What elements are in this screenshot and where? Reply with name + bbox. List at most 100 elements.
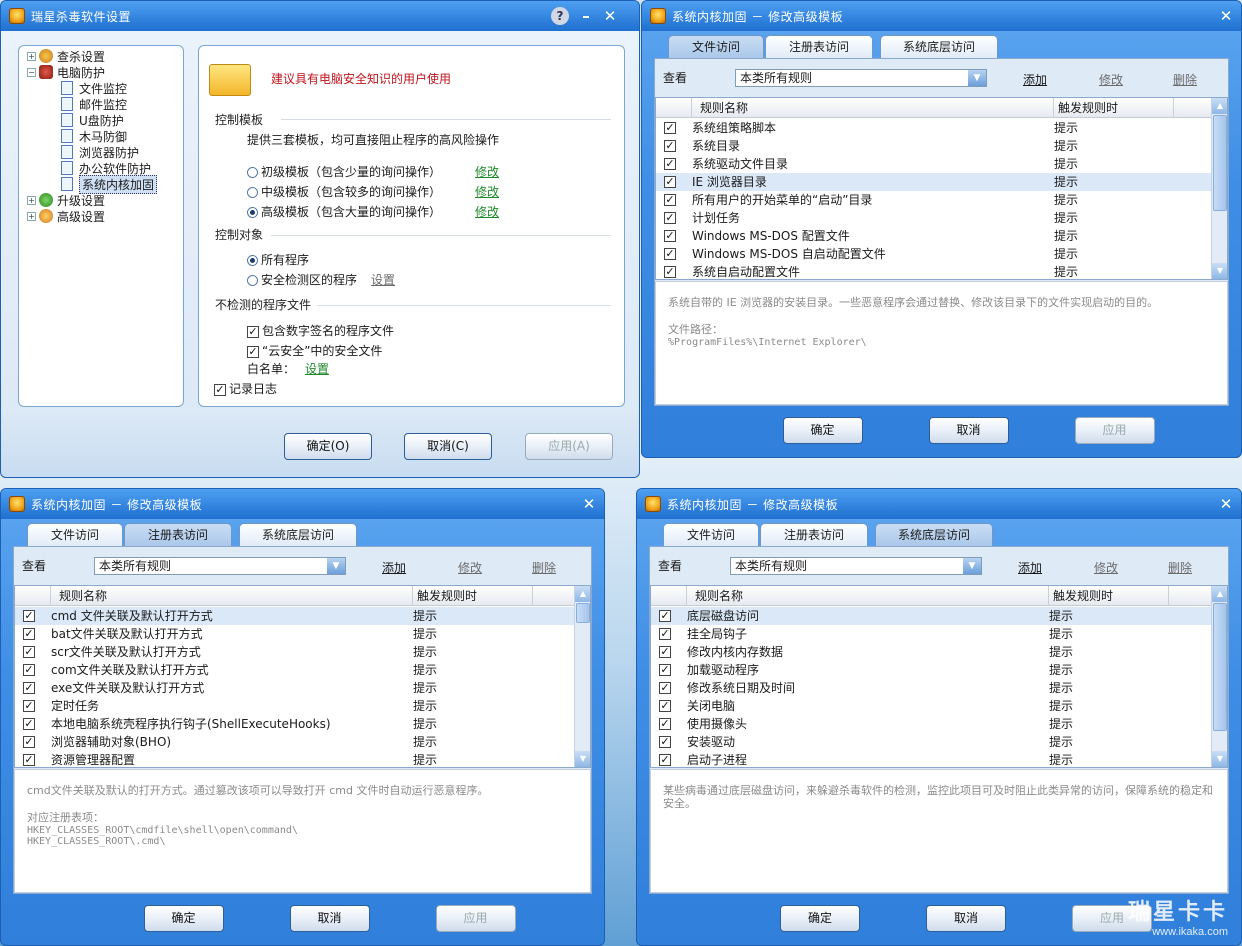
table-row[interactable]: ✓ 挂全局钩子 提示	[651, 625, 1212, 643]
modify-rule-link[interactable]: 修改	[458, 559, 482, 576]
modify-intermediate-link[interactable]: 修改	[475, 183, 499, 200]
ok-button[interactable]: 确定	[780, 905, 860, 932]
modify-rule-link[interactable]: 修改	[1094, 559, 1118, 576]
tree-node-usb[interactable]: U盘防护	[61, 112, 124, 128]
table-row[interactable]: ✓ 底层磁盘访问 提示	[651, 607, 1212, 625]
ok-button[interactable]: 确定(O)	[284, 433, 372, 460]
table-row[interactable]: ✓ 系统自启动配置文件 提示	[656, 263, 1212, 279]
scroll-thumb[interactable]	[1213, 115, 1227, 211]
tab-low-level-access[interactable]: 系统底层访问	[239, 523, 357, 547]
add-rule-link[interactable]: 添加	[1023, 71, 1047, 88]
checkbox-checked-icon[interactable]: ✓	[659, 700, 671, 712]
table-row[interactable]: ✓ 系统目录 提示	[656, 137, 1212, 155]
scroll-down-icon[interactable]: ▼	[575, 751, 590, 767]
checkbox-checked-icon[interactable]: ✓	[664, 122, 676, 134]
dialog-titlebar[interactable]: 系统内核加固 － 修改高级模板 ✕	[1, 489, 604, 519]
tree-node-scan[interactable]: + 查杀设置	[27, 48, 105, 64]
table-row[interactable]: ✓ 定时任务 提示	[15, 697, 575, 715]
tab-registry-access[interactable]: 注册表访问	[765, 35, 873, 59]
chevron-down-icon[interactable]: ▼	[963, 558, 981, 574]
tree-node-trojan[interactable]: 木马防御	[61, 128, 127, 144]
ok-button[interactable]: 确定	[143, 905, 224, 932]
rule-filter-select[interactable]: 本类所有规则 ▼	[94, 557, 346, 575]
tab-registry-access[interactable]: 注册表访问	[760, 523, 868, 547]
help-icon[interactable]: ?	[551, 7, 569, 25]
apply-button[interactable]: 应用(A)	[525, 433, 613, 460]
checkbox-checked-icon[interactable]: ✓	[664, 140, 676, 152]
table-row[interactable]: ✓ 加载驱动程序 提示	[651, 661, 1212, 679]
collapse-icon[interactable]: −	[27, 67, 36, 77]
table-row[interactable]: ✓ IE 浏览器目录 提示	[656, 173, 1212, 191]
scroll-up-icon[interactable]: ▲	[1212, 98, 1227, 114]
table-row[interactable]: ✓ 使用摄像头 提示	[651, 715, 1212, 733]
apply-button[interactable]: 应用	[435, 905, 516, 932]
table-row[interactable]: ✓ 修改内核内存数据 提示	[651, 643, 1212, 661]
delete-rule-link[interactable]: 删除	[1173, 71, 1197, 88]
target-safe-zone-radio[interactable]: 安全检测区的程序	[247, 271, 357, 288]
delete-rule-link[interactable]: 删除	[532, 559, 556, 576]
add-rule-link[interactable]: 添加	[382, 559, 406, 576]
apply-button[interactable]: 应用	[1074, 417, 1155, 444]
tree-node-browser[interactable]: 浏览器防护	[61, 144, 139, 160]
target-settings-link[interactable]: 设置	[371, 271, 395, 288]
minimize-icon[interactable]: –	[577, 7, 595, 25]
template-intermediate-radio[interactable]: 中级模板（包含较多的询问操作）	[247, 183, 441, 200]
checkbox-checked-icon[interactable]: ✓	[23, 646, 35, 658]
close-icon[interactable]: ✕	[601, 7, 619, 25]
checkbox-checked-icon[interactable]: ✓	[664, 194, 676, 206]
checkbox-checked-icon[interactable]: ✓	[664, 248, 676, 260]
table-row[interactable]: ✓ 修改系统日期及时间 提示	[651, 679, 1212, 697]
cancel-button[interactable]: 取消(C)	[404, 433, 492, 460]
table-row[interactable]: ✓ 计划任务 提示	[656, 209, 1212, 227]
col-rule-name[interactable]: 规则名称	[692, 98, 1054, 118]
tree-node-upgrade[interactable]: + 升级设置	[27, 192, 105, 208]
close-icon[interactable]: ✕	[580, 495, 598, 513]
rule-filter-select[interactable]: 本类所有规则 ▼	[730, 557, 982, 575]
table-row[interactable]: ✓ bat文件关联及默认打开方式 提示	[15, 625, 575, 643]
checkbox-checked-icon[interactable]: ✓	[664, 266, 676, 278]
checkbox-checked-icon[interactable]: ✓	[23, 682, 35, 694]
cancel-button[interactable]: 取消	[928, 417, 1009, 444]
checkbox-checked-icon[interactable]: ✓	[664, 212, 676, 224]
table-row[interactable]: ✓ 所有用户的开始菜单的“启动”目录 提示	[656, 191, 1212, 209]
checkbox-checked-icon[interactable]: ✓	[659, 736, 671, 748]
checkbox-checked-icon[interactable]: ✓	[664, 176, 676, 188]
expand-icon[interactable]: +	[27, 195, 36, 205]
checkbox-checked-icon[interactable]: ✓	[659, 682, 671, 694]
tab-low-level-access[interactable]: 系统底层访问	[875, 523, 993, 547]
tree-node-advanced[interactable]: + 高级设置	[27, 208, 105, 224]
checkbox-checked-icon[interactable]: ✓	[23, 700, 35, 712]
table-row[interactable]: ✓ 系统驱动文件目录 提示	[656, 155, 1212, 173]
tab-low-level-access[interactable]: 系统底层访问	[880, 35, 998, 59]
delete-rule-link[interactable]: 删除	[1168, 559, 1192, 576]
scroll-up-icon[interactable]: ▲	[1212, 586, 1227, 602]
table-row[interactable]: ✓ com文件关联及默认打开方式 提示	[15, 661, 575, 679]
log-checkbox[interactable]: ✓ 记录日志	[214, 380, 277, 397]
scroll-down-icon[interactable]: ▼	[1212, 751, 1227, 767]
modify-advanced-link[interactable]: 修改	[475, 203, 499, 220]
checkbox-checked-icon[interactable]: ✓	[23, 664, 35, 676]
table-row[interactable]: ✓ scr文件关联及默认打开方式 提示	[15, 643, 575, 661]
checkbox-checked-icon[interactable]: ✓	[659, 664, 671, 676]
scroll-thumb[interactable]	[576, 603, 590, 623]
checkbox-checked-icon[interactable]: ✓	[23, 754, 35, 766]
modify-rule-link[interactable]: 修改	[1099, 71, 1123, 88]
chevron-down-icon[interactable]: ▼	[327, 558, 345, 574]
checkbox-checked-icon[interactable]: ✓	[23, 628, 35, 640]
vertical-scrollbar[interactable]: ▲ ▼	[574, 586, 590, 767]
col-rule-name[interactable]: 规则名称	[687, 586, 1049, 606]
tab-file-access[interactable]: 文件访问	[27, 523, 123, 547]
expand-icon[interactable]: +	[27, 51, 36, 61]
tree-node-file-monitor[interactable]: 文件监控	[61, 80, 127, 96]
whitelist-settings-link[interactable]: 设置	[305, 360, 329, 377]
checkbox-checked-icon[interactable]: ✓	[23, 718, 35, 730]
tab-registry-access[interactable]: 注册表访问	[124, 523, 232, 547]
ok-button[interactable]: 确定	[782, 417, 863, 444]
add-rule-link[interactable]: 添加	[1018, 559, 1042, 576]
table-row[interactable]: ✓ Windows MS-DOS 自启动配置文件 提示	[656, 245, 1212, 263]
table-row[interactable]: ✓ 安装驱动 提示	[651, 733, 1212, 751]
col-trigger[interactable]: 触发规则时	[413, 586, 533, 606]
col-rule-name[interactable]: 规则名称	[51, 586, 413, 606]
checkbox-checked-icon[interactable]: ✓	[659, 646, 671, 658]
table-row[interactable]: ✓ exe文件关联及默认打开方式 提示	[15, 679, 575, 697]
